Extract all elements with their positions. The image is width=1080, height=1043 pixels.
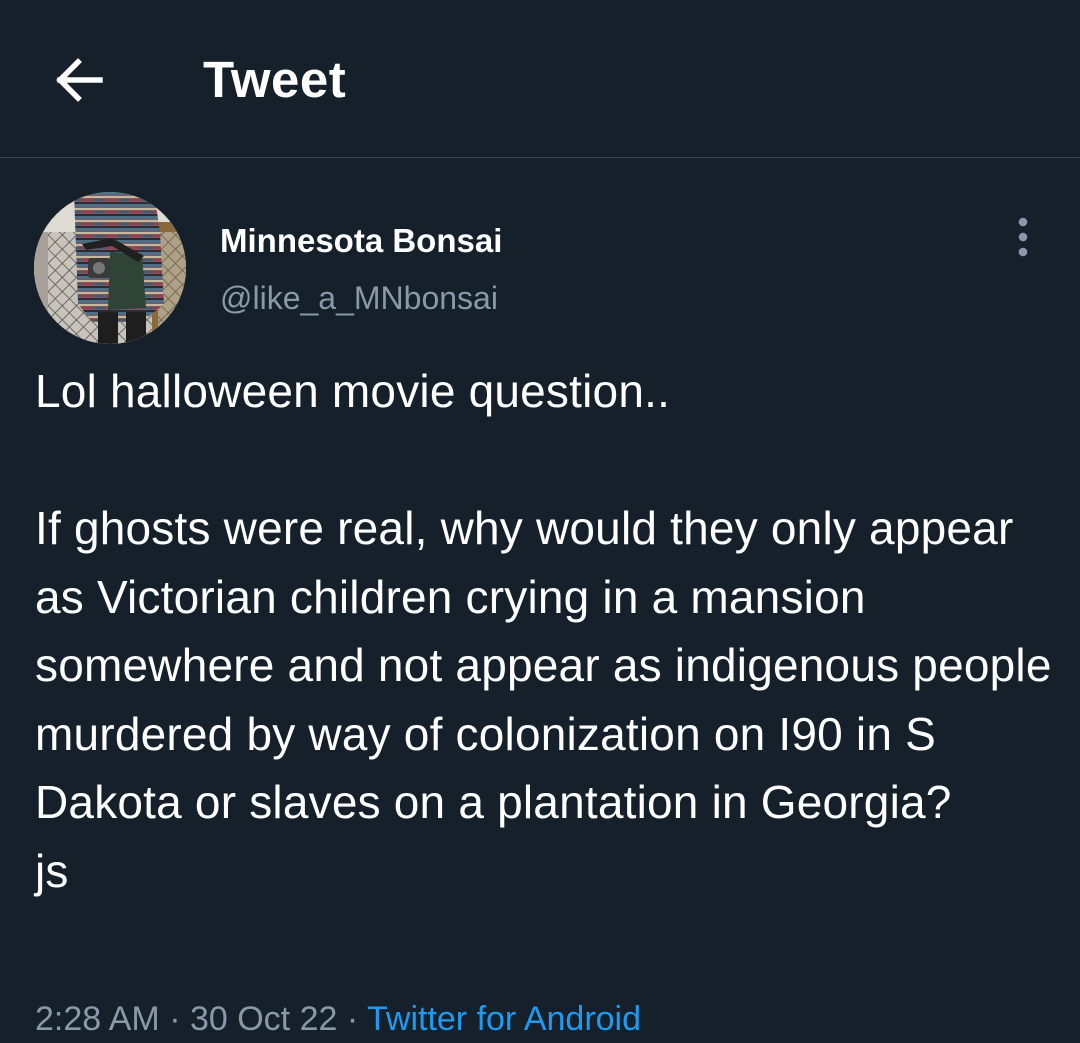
arrow-left-icon [56,58,103,102]
more-vertical-icon [1018,217,1028,257]
author-display-name[interactable]: Minnesota Bonsai [220,222,502,260]
tweet-time: 2:28 AM [35,1000,160,1038]
page-title: Tweet [203,51,347,108]
top-app-bar: Tweet [0,0,1080,158]
avatar-photo [34,192,186,344]
back-button[interactable] [50,52,110,108]
tweet-source-link[interactable]: Twitter for Android [367,1000,641,1038]
avatar[interactable] [34,192,186,344]
more-options-button[interactable] [1006,214,1040,260]
tweet-text: Lol halloween movie question.. If ghosts… [35,365,1052,897]
tweet-date: 30 Oct 22 [189,1000,338,1038]
tweet-meta: 2:28 AM · 30 Oct 22 · Twitter for Androi… [35,1000,641,1039]
author-handle[interactable]: @like_a_MNbonsai [220,280,498,317]
meta-separator: · [159,1000,190,1038]
meta-separator: · [337,1000,367,1038]
